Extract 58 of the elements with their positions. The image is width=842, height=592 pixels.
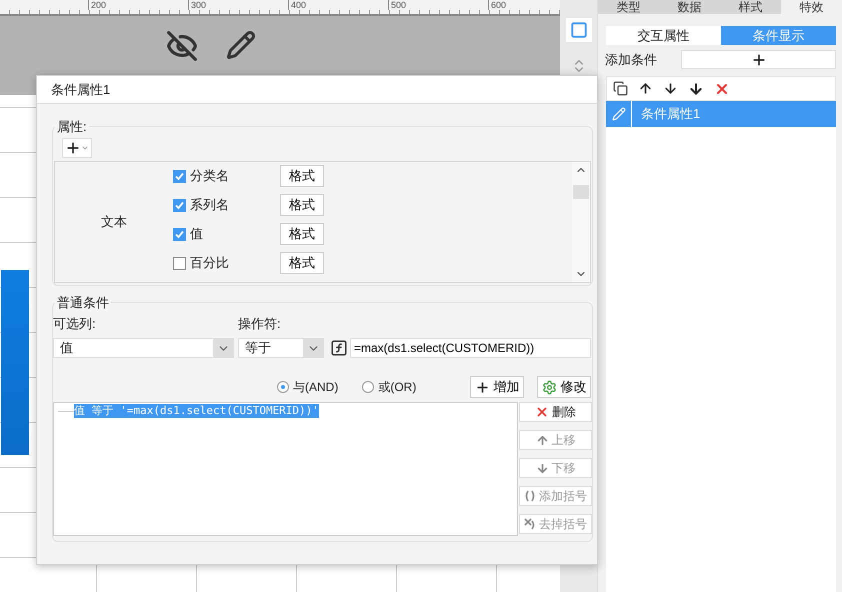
modify-button[interactable]: 修改 [537,376,592,398]
caret-icon [81,144,89,152]
sub-tab[interactable]: 交互属性 [606,26,721,45]
add-dropdown-button[interactable] [62,138,92,158]
column-label: 可选列: [53,315,97,333]
formula-field[interactable]: =max(ds1.select(CUSTOMERID)) [350,338,591,358]
gear-icon [542,380,558,394]
format-button[interactable]: 格式 [280,194,324,216]
arrow-down-icon [536,462,548,474]
group-legend: 属性: [55,119,89,134]
add-condition-label: 添加条件 [605,50,658,68]
panel-tab[interactable]: 类型 [598,0,659,14]
pencil-icon[interactable] [226,30,256,60]
checkbox-label: 百分比 [190,254,229,272]
group-legend: 普通条件 [55,295,111,310]
arrow-down-icon[interactable] [663,81,678,96]
checkbox[interactable] [173,256,186,270]
ruler-label: 300 [188,0,288,10]
frame-tool-button[interactable] [566,18,592,42]
checkbox[interactable] [173,170,186,182]
copy-icon[interactable] [613,81,628,96]
list-action-button[interactable]: 删除 [519,402,592,422]
formula-icon[interactable] [330,339,348,357]
eye-off-icon[interactable] [166,30,198,62]
scroll-thumb[interactable] [573,185,589,199]
checkbox-label: 系列名 [190,196,229,214]
plus-icon [65,140,81,156]
plus-icon [475,380,490,394]
dialog-title: 条件属性1 [37,76,597,104]
pencil-icon [612,107,626,121]
frame-icon [570,21,588,39]
panel-tab[interactable]: 样式 [720,0,781,14]
logic-radio[interactable]: 或(OR) [362,378,416,396]
column-select[interactable]: 值 [53,338,234,358]
arrow-up-icon [536,434,548,446]
ruler-label: 500 [388,0,488,10]
format-button[interactable]: 格式 [280,165,324,187]
parentheses-icon [524,490,536,502]
format-button[interactable]: 格式 [280,252,324,274]
scrollbar[interactable] [572,162,590,282]
format-button[interactable]: 格式 [280,223,324,245]
logic-radio[interactable]: 与(AND) [277,378,338,396]
parentheses-remove-icon [524,518,536,530]
checkbox-label: 分类名 [190,167,229,185]
add-button[interactable]: 增加 [470,376,524,398]
ruler-label: 200 [88,0,188,10]
operator-select[interactable]: 等于 [238,338,324,358]
group-label: 文本 [101,213,127,231]
checkbox-label: 值 [190,225,203,243]
ruler-label: 400 [288,0,388,10]
condition-item-label: 条件属性1 [640,105,700,123]
checkbox[interactable] [173,198,186,212]
plus-icon [750,52,766,68]
panel-tab[interactable]: 数据 [659,0,720,14]
operator-label: 操作符: [238,315,281,333]
move-bottom-icon[interactable] [688,80,704,96]
checkbox[interactable] [173,228,186,240]
close-icon [535,405,549,419]
